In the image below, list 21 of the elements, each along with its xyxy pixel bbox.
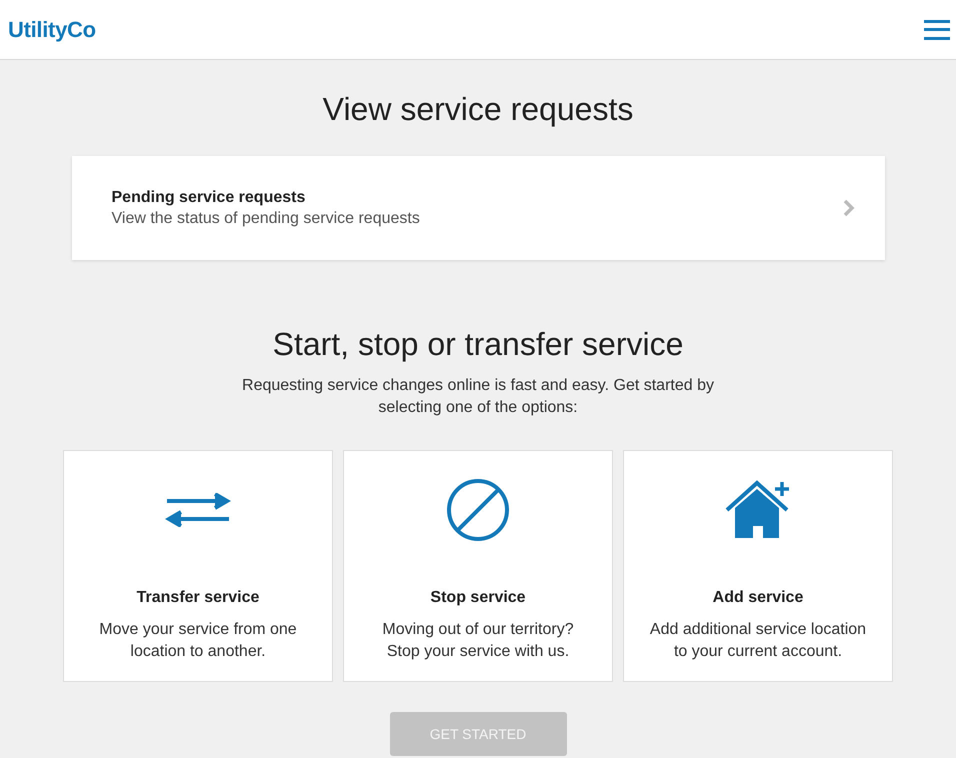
pending-requests-card[interactable]: Pending service requests View the status of pending service requests	[72, 156, 884, 260]
prohibited-icon	[446, 478, 510, 542]
option-description: Add additional service location to your current account.	[648, 620, 868, 662]
arrows-icon	[165, 493, 231, 527]
option-title: Transfer service	[136, 589, 260, 607]
option-description: Moving out of our territory? Stop your service with us.	[381, 620, 575, 662]
card-subtitle: View the status of pending service requests	[112, 210, 420, 228]
page-title: View service requests	[322, 91, 634, 128]
card-title: Pending service requests	[112, 188, 306, 206]
logo[interactable]: UtilityCo	[8, 16, 96, 42]
section-description: Requesting service changes online is fast and easy. Get started by selecting one of the options:	[241, 376, 715, 418]
house-plus-icon	[725, 480, 791, 540]
service-option-card[interactable]: Stop service Moving out of our territory? Stop your service with us.	[343, 450, 613, 682]
menu-icon[interactable]	[924, 20, 950, 40]
chevron-right-icon	[842, 199, 854, 217]
option-description: Move your service from one location to another.	[98, 620, 298, 662]
option-title: Stop service	[430, 589, 526, 607]
service-option-card[interactable]: Add service Add additional service location to your current account.	[623, 450, 893, 682]
option-title: Add service	[712, 589, 804, 607]
service-option-card[interactable]: Transfer service Move your service from one location to another.	[63, 450, 333, 682]
section-title: Start, stop or transfer service	[272, 326, 684, 363]
